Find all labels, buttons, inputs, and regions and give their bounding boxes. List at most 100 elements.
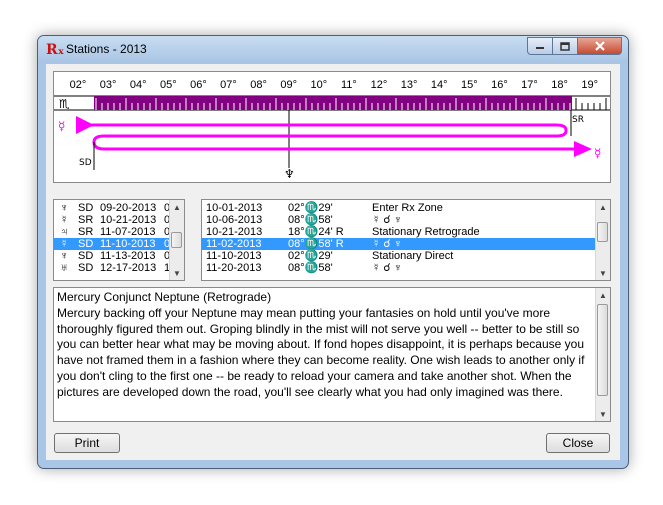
station-date: 11-07-2013 [100, 226, 156, 238]
rx-zone-bar [94, 96, 572, 110]
retrograde-chart: 02° 03° 04° 05° 06° 07° 08° 09° 10° 11° 12° 13° 14° 1… [53, 71, 611, 183]
end-arrow-icon [574, 141, 592, 157]
scroll-up-icon[interactable]: ▲ [170, 200, 184, 214]
list-item[interactable]: ♆ SD 09-20-2013 0 [54, 202, 171, 214]
list-item[interactable]: 10-06-2013 08°♏58' ☿ ☌ ♆ [202, 214, 596, 226]
sd-label: SD [79, 158, 92, 168]
scroll-up-icon[interactable]: ▲ [596, 288, 610, 302]
caption-buttons [527, 37, 622, 55]
degree-label: 16° [491, 79, 508, 91]
event-date: 11-10-2013 [206, 250, 262, 262]
close-button[interactable]: Close [546, 433, 610, 453]
mercury-start-icon: ☿ [58, 119, 65, 133]
stations-window: Rₓ Stations - 2013 02° 03° 04° 05° 06° 07° 08°… [37, 35, 629, 469]
scroll-up-icon[interactable]: ▲ [596, 200, 610, 214]
event-description: Stationary Direct [372, 250, 454, 262]
list-item[interactable]: ☿ SD 11-10-2013 0 [54, 238, 171, 250]
list-item[interactable]: 11-02-2013 08°♏58' R ☿ ☌ ♆ [202, 238, 596, 250]
event-position: 08°♏58' R [288, 238, 344, 250]
station-code: SD [78, 238, 94, 250]
minimize-icon [536, 47, 544, 49]
event-position: 08°♏58' [288, 262, 333, 274]
interpretation-body: Mercury backing off your Neptune may mea… [57, 305, 585, 399]
station-date: 09-20-2013 [100, 202, 157, 214]
planet-glyph-icon: ♃ [60, 226, 69, 238]
rx-app-icon: Rₓ [46, 42, 65, 58]
degree-label: 06° [190, 79, 207, 91]
list-item[interactable]: 11-10-2013 02°♏29' Stationary Direct [202, 250, 596, 262]
station-date: 10-21-2013 [100, 214, 157, 226]
degree-label: 04° [130, 79, 147, 91]
interpretation-heading: Mercury Conjunct Neptune (Retrograde) [57, 290, 272, 304]
degree-label: 11° [341, 79, 357, 91]
neptune-icon: ♆ [284, 167, 295, 181]
event-description: ☿ ☌ ♆ [372, 214, 402, 226]
degree-label: 02° [70, 79, 87, 91]
scroll-down-icon[interactable]: ▼ [596, 407, 610, 421]
station-code: SR [78, 214, 94, 226]
scroll-thumb[interactable] [171, 232, 182, 248]
degree-label: 08° [250, 79, 267, 91]
scroll-down-icon[interactable]: ▼ [596, 266, 610, 280]
list-item[interactable]: ♅ SD 12-17-2013 1 [54, 262, 171, 274]
close-window-button[interactable] [578, 37, 622, 55]
planet-glyph-icon: ♆ [60, 250, 69, 262]
chart-canvas: 02° 03° 04° 05° 06° 07° 08° 09° 10° 11° 12° 13° 14° 1… [54, 79, 610, 181]
interpretation-content: Mercury Conjunct Neptune (Retrograde) Me… [57, 290, 587, 401]
maximize-button[interactable] [553, 37, 578, 55]
planet-glyph-icon: ☿ [60, 238, 69, 250]
print-button[interactable]: Print [54, 433, 120, 453]
station-code: SR [78, 226, 94, 238]
close-icon [594, 41, 605, 51]
degree-label: 15° [461, 79, 478, 91]
sr-label: SR [572, 115, 584, 125]
degree-label: 10° [310, 79, 327, 91]
degree-label: 19° [581, 79, 598, 91]
scroll-thumb[interactable] [597, 304, 608, 396]
scorpio-glyph: ♏ [59, 97, 70, 111]
station-date: 11-10-2013 [100, 238, 156, 250]
station-date: 11-13-2013 [100, 250, 156, 262]
degree-label: 03° [100, 79, 117, 91]
minimize-button[interactable] [527, 37, 553, 55]
list-item[interactable]: ♆ SD 11-13-2013 0 [54, 250, 171, 262]
start-arrow-icon [76, 116, 94, 134]
event-date: 10-21-2013 [206, 226, 263, 238]
title-bar[interactable]: Rₓ Stations - 2013 [38, 36, 628, 63]
degree-label: 07° [220, 79, 237, 91]
list-item[interactable]: ♃ SR 11-07-2013 0 [54, 226, 171, 238]
list-item[interactable]: ☿ SR 10-21-2013 0 [54, 214, 171, 226]
station-date: 12-17-2013 [100, 262, 157, 274]
text-scrollbar[interactable]: ▲ ▼ [595, 288, 610, 421]
list-item[interactable]: 11-20-2013 08°♏58' ☿ ☌ ♆ [202, 262, 596, 274]
window-title: Stations - 2013 [66, 42, 147, 56]
event-date: 10-01-2013 [206, 202, 263, 214]
list-item[interactable]: 10-01-2013 02°♏29' Enter Rx Zone [202, 202, 596, 214]
scroll-down-icon[interactable]: ▼ [170, 266, 184, 280]
degree-label: 18° [551, 79, 568, 91]
maximize-icon [560, 41, 570, 51]
event-description: ☿ ☌ ♆ [372, 238, 402, 250]
degree-label: 13° [401, 79, 418, 91]
client-area: 02° 03° 04° 05° 06° 07° 08° 09° 10° 11° 12° 13° 14° 1… [46, 64, 620, 460]
events-list[interactable]: 11-20-2013 08°♏58' ☿ ☌ ♆ 11-10-2013 02°♏29' S… [201, 199, 611, 281]
planet-glyph-icon: ♅ [60, 262, 69, 274]
event-position: 08°♏58' [288, 214, 333, 226]
event-position: 02°♏29' [288, 202, 333, 214]
scroll-thumb[interactable] [597, 222, 608, 242]
mercury-end-icon: ☿ [594, 146, 601, 160]
station-code: SD [78, 250, 94, 262]
degree-scale: 02° 03° 04° 05° 06° 07° 08° 09° 10° 11° 12° 13° 14° 1… [70, 79, 598, 91]
degree-label: 17° [521, 79, 538, 91]
event-description: ☿ ☌ ♆ [372, 262, 402, 274]
left-list-scrollbar[interactable]: ▲ ▼ [169, 200, 184, 280]
event-date: 11-02-2013 [206, 238, 262, 250]
station-code: SD [78, 262, 94, 274]
list-item[interactable]: 10-21-2013 18°♏24' R Stationary Retrograde [202, 226, 596, 238]
interpretation-text[interactable]: Mercury Conjunct Neptune (Retrograde) Me… [53, 287, 611, 422]
stations-list[interactable]: ♅ SD 12-17-2013 1 ♆ SD 11-13-2013 0 ☿ SD 11-10-201… [53, 199, 185, 281]
event-date: 10-06-2013 [206, 214, 263, 226]
event-description: Stationary Retrograde [372, 226, 480, 238]
right-list-scrollbar[interactable]: ▲ ▼ [595, 200, 610, 280]
event-date: 11-20-2013 [206, 262, 262, 274]
